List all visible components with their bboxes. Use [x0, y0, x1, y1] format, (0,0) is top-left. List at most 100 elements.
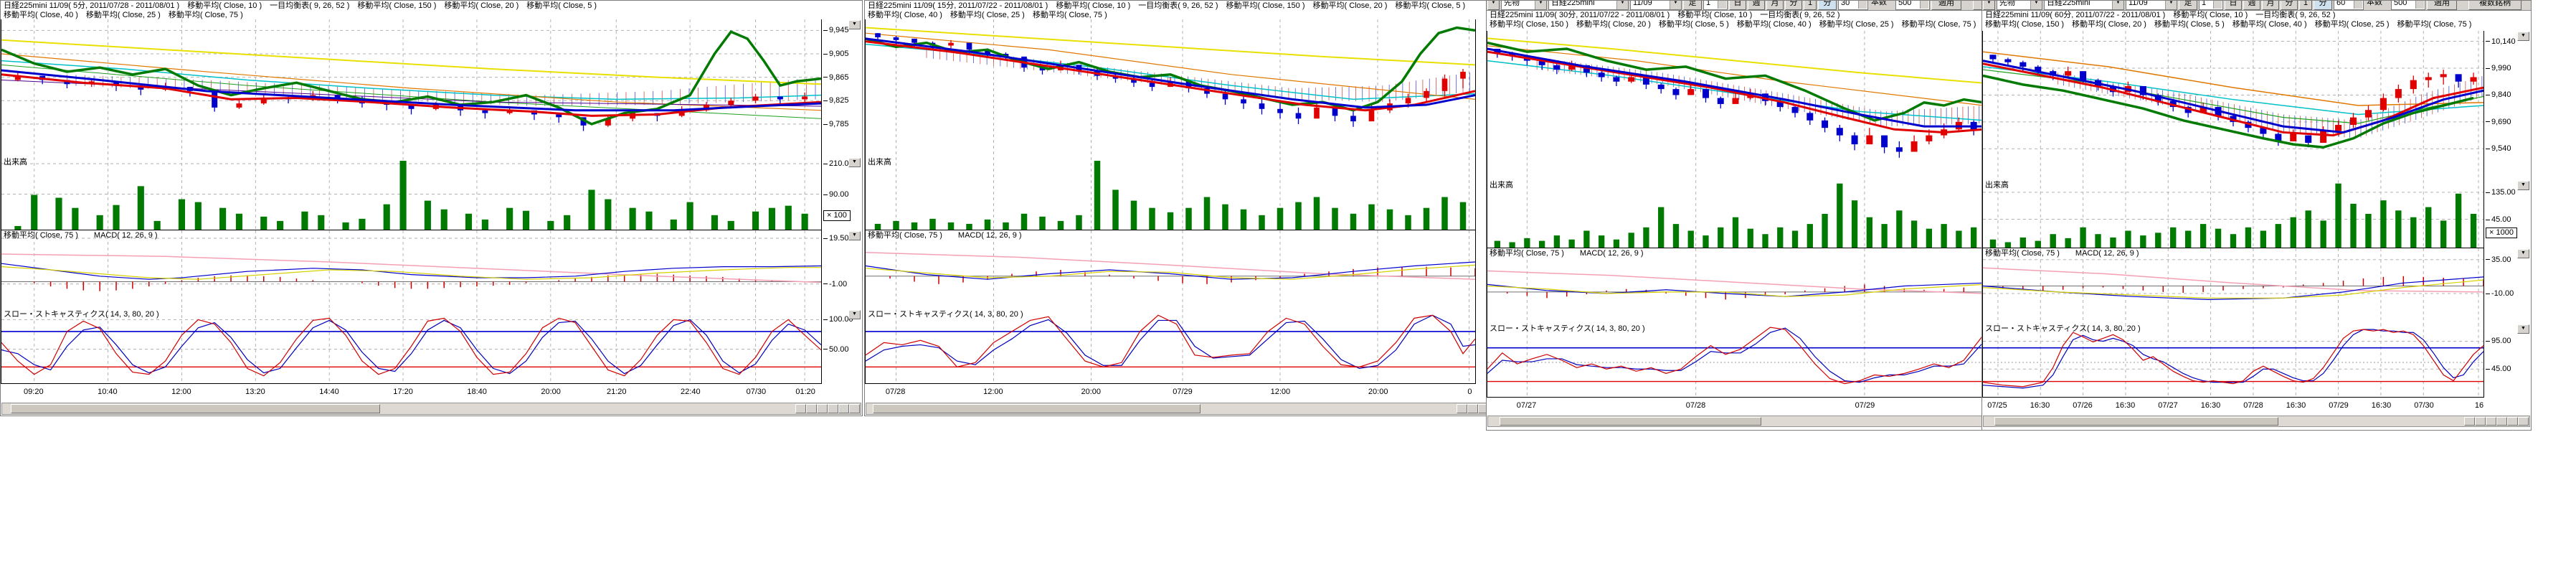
section-collapse-button[interactable]: ▼ [848, 310, 861, 319]
macd-chart-svg [1, 230, 821, 309]
combo-value: 日経225mini [2047, 1, 2090, 9]
y-axis-label: 9,945 [823, 27, 849, 34]
scrollbar-button[interactable] [817, 404, 828, 413]
time-axis-label: 07/26 [2073, 401, 2093, 410]
time-axis-label: 12:00 [1271, 388, 1291, 396]
scrollbar-button[interactable] [806, 404, 817, 413]
toolbar-spinbox-5[interactable]: 1 [2199, 1, 2223, 10]
macd-histogram [2003, 276, 2483, 293]
y-axis-label: 45.00 [2486, 216, 2511, 224]
toolbar-button-11[interactable]: 分 [2314, 1, 2332, 10]
toolbar-button-8[interactable]: 月 [1766, 1, 1784, 10]
volume-section: 出来高 [1, 157, 821, 230]
toolbar-spinbox-5[interactable]: 1 [1703, 1, 1728, 10]
toolbar-button-7[interactable]: 週 [1748, 1, 1765, 10]
toolbar-button-6[interactable]: 日 [1729, 1, 1746, 10]
horizontal-scrollbar[interactable] [866, 403, 1523, 415]
section-collapse-button[interactable]: ▼ [2517, 181, 2529, 190]
scrollbar-thumb[interactable] [1500, 417, 1761, 426]
toolbar-button-10[interactable]: 1 [2299, 1, 2312, 10]
stochastics-section: スロー・ストキャスティクス( 14, 3, 80, 20 ) [1487, 324, 1984, 397]
toolbar-button-15[interactable]: 適用 [1931, 1, 1961, 10]
toolbar-button-4[interactable]: 足 [1683, 1, 1702, 10]
time-axis-label: 22:40 [681, 388, 701, 396]
macd-chart-svg [866, 230, 1475, 309]
stochastics-section: スロー・ストキャスティクス( 14, 3, 80, 20 ) [1983, 324, 2483, 397]
chevron-down-icon[interactable]: ▼ [1616, 1, 1628, 9]
chevron-down-icon[interactable]: ▼ [2030, 1, 2042, 9]
volume-chart-svg [1983, 180, 2483, 248]
section-collapse-button[interactable]: ▼ [848, 20, 861, 29]
time-axis-label: 07/28 [2243, 401, 2263, 410]
toolbar-combo-3[interactable]: 11/09▼ [2126, 1, 2177, 10]
scrollbar-button[interactable] [2475, 417, 2486, 426]
toolbar-button-4[interactable]: 足 [2179, 1, 2197, 10]
toolbar-button-17[interactable]: 複数銘柄 [2468, 1, 2521, 10]
scrollbar-button[interactable] [2518, 417, 2529, 426]
chart-header-line2: 移動平均( Close, 40 ) 移動平均( Close, 25 ) 移動平均… [4, 11, 846, 20]
horizontal-scrollbar[interactable] [1983, 416, 2530, 427]
scrollbar-thumb[interactable] [873, 404, 1201, 413]
toolbar-button-15[interactable]: 適用 [2427, 1, 2457, 10]
scrollbar-button[interactable] [795, 404, 806, 413]
toolbar-combo-3[interactable]: 11/09▼ [1630, 1, 1682, 10]
toolbar-spinbox-14[interactable]: 500 [2391, 1, 2425, 10]
toolbar-mini-dropdown-icon[interactable]: ▼ [1983, 1, 1995, 10]
horizontal-scrollbar[interactable] [1487, 416, 2058, 427]
scrollbar-thumb[interactable] [11, 404, 380, 413]
chart-window-30min: ▼先物▼日経225mini▼11/09▼足1日週月分1分30本数500適用複数銘… [1486, 0, 2060, 431]
scrollbar-button[interactable] [2496, 417, 2507, 426]
scrollbar-button[interactable] [2486, 417, 2496, 426]
toolbar-button-7[interactable]: 週 [2243, 1, 2260, 10]
main-price-section [1983, 31, 2483, 180]
scrollbar-button[interactable] [849, 404, 860, 413]
main-chart-svg [1, 19, 821, 157]
section-collapse-button[interactable]: ▼ [848, 231, 861, 240]
toolbar-button-8[interactable]: 月 [2262, 1, 2279, 10]
scrollbar-button[interactable] [838, 404, 849, 413]
toolbar-spinbox-14[interactable]: 500 [1895, 1, 1930, 10]
toolbar-combo-2[interactable]: 日経225mini ▼ [2044, 1, 2124, 10]
scrollbar-button[interactable] [2464, 417, 2475, 426]
chevron-down-icon[interactable]: ▼ [1535, 1, 1546, 9]
toolbar-spinbox-12[interactable]: 30 [1838, 1, 1868, 10]
scrollbar-button[interactable] [1457, 404, 1467, 413]
toolbar-combo-1[interactable]: 先物▼ [1997, 1, 2042, 10]
toolbar-button-9[interactable]: 分 [1785, 1, 1802, 10]
scrollbar-button[interactable] [2507, 417, 2518, 426]
time-axis-label: 07/28 [1686, 401, 1706, 410]
chart-plot-area: 出来高移動平均( Close, 75 ) MACD( 12, 26, 9 )スロ… [1487, 31, 1984, 397]
stochastics-section-label: スロー・ストキャスティクス( 14, 3, 80, 20 ) [868, 310, 1023, 319]
chart-window-15min: 日経225mini 11/09( 15分, 2011/07/22 - 2011/… [864, 0, 1524, 416]
stochastics-chart-svg [866, 309, 1475, 383]
chevron-down-icon[interactable]: ▼ [2112, 1, 2123, 9]
main-chart-svg [1983, 31, 2483, 180]
toolbar-combo-1[interactable]: 先物▼ [1501, 1, 1547, 10]
chart-window-5min: 日経225mini 11/09( 5分, 2011/07/28 - 2011/0… [0, 0, 863, 416]
time-axis-label: 16:30 [2030, 401, 2050, 410]
toolbar-combo-2[interactable]: 日経225mini▼ [1548, 1, 1629, 10]
volume-chart-svg [866, 157, 1475, 230]
scrollbar-button[interactable] [1467, 404, 1478, 413]
toolbar-button-10[interactable]: 1 [1804, 1, 1817, 10]
scrollbar-thumb[interactable] [1994, 417, 2278, 426]
chevron-down-icon[interactable]: ▼ [1670, 1, 1681, 9]
scrollbar-button[interactable] [828, 404, 838, 413]
chart-header-line2: 移動平均( Close, 150 ) 移動平均( Close, 20 ) 移動平… [1985, 20, 2515, 29]
section-collapse-button[interactable]: ▼ [848, 158, 861, 167]
toolbar-button-11[interactable]: 分 [1818, 1, 1837, 10]
chart-plot-area: 出来高移動平均( Close, 75 ) MACD( 12, 26, 9 )スロ… [1, 19, 822, 383]
section-collapse-button[interactable]: ▼ [2517, 324, 2529, 334]
horizontal-scrollbar[interactable] [1, 403, 861, 415]
toolbar-label-16 [2458, 1, 2467, 10]
y-axis-label: 95.00 [2486, 337, 2511, 345]
toolbar-mini-dropdown-icon[interactable]: ▼ [1487, 1, 1500, 10]
toolbar-spinbox-12[interactable]: 60 [2334, 1, 2364, 10]
chevron-down-icon[interactable]: ▼ [2165, 1, 2177, 9]
volume-chart-svg [1, 157, 821, 230]
section-collapse-button[interactable]: ▼ [2517, 32, 2529, 41]
volume-section-label: 出来高 [4, 158, 27, 167]
toolbar-button-6[interactable]: 日 [2225, 1, 2242, 10]
section-collapse-button[interactable]: ▼ [2517, 249, 2529, 258]
toolbar-button-9[interactable]: 分 [2281, 1, 2298, 10]
